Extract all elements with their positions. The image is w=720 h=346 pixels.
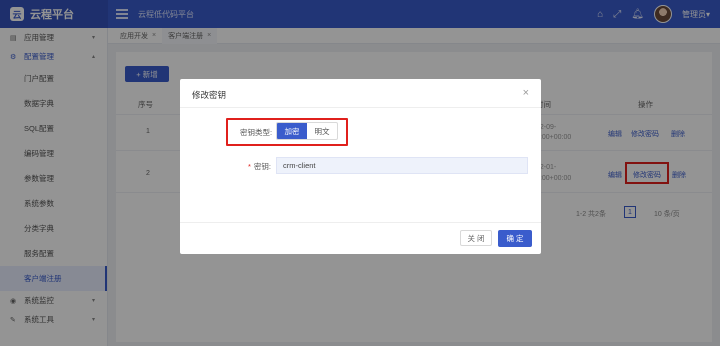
- key-label-text: 密钥:: [253, 162, 272, 171]
- dialog-divider: [180, 107, 541, 108]
- dialog-footer-divider: [180, 222, 541, 223]
- key-type-encrypted-button[interactable]: 加密: [277, 123, 307, 139]
- key-type-plain-button[interactable]: 明文: [307, 123, 337, 139]
- close-button[interactable]: 关 闭: [460, 230, 492, 246]
- key-input[interactable]: crm-client: [276, 157, 528, 174]
- close-icon[interactable]: ×: [523, 87, 529, 99]
- dialog-title: 修改密钥: [192, 90, 227, 100]
- required-mark: *: [248, 162, 251, 171]
- key-type-label: 密钥类型:: [240, 128, 273, 137]
- key-type-toggle: 加密 明文: [276, 122, 338, 140]
- confirm-button[interactable]: 确 定: [498, 230, 532, 247]
- key-label: * 密钥:: [248, 161, 271, 172]
- change-key-dialog: 修改密钥 × 密钥类型: 加密 明文 * 密钥: crm-client 关 闭 确…: [180, 79, 541, 254]
